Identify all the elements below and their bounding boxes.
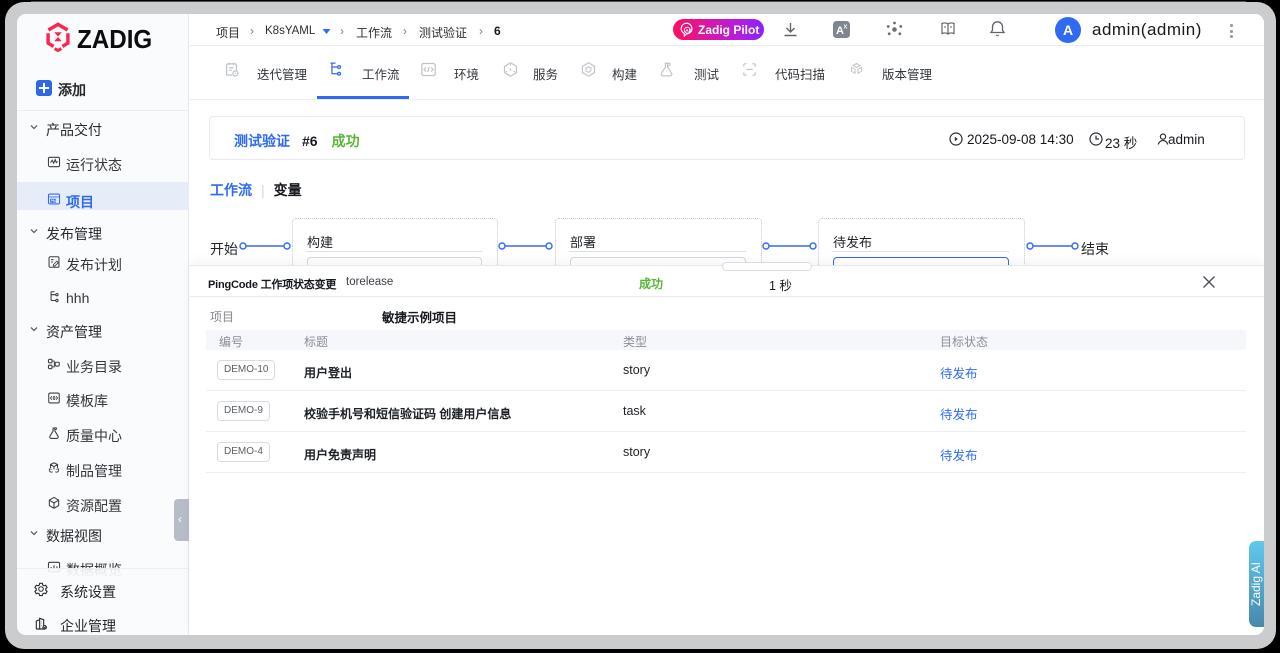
svg-text:AI: AI — [685, 28, 690, 33]
svg-text:x: x — [844, 24, 848, 31]
svg-text:PM: PM — [51, 199, 56, 203]
